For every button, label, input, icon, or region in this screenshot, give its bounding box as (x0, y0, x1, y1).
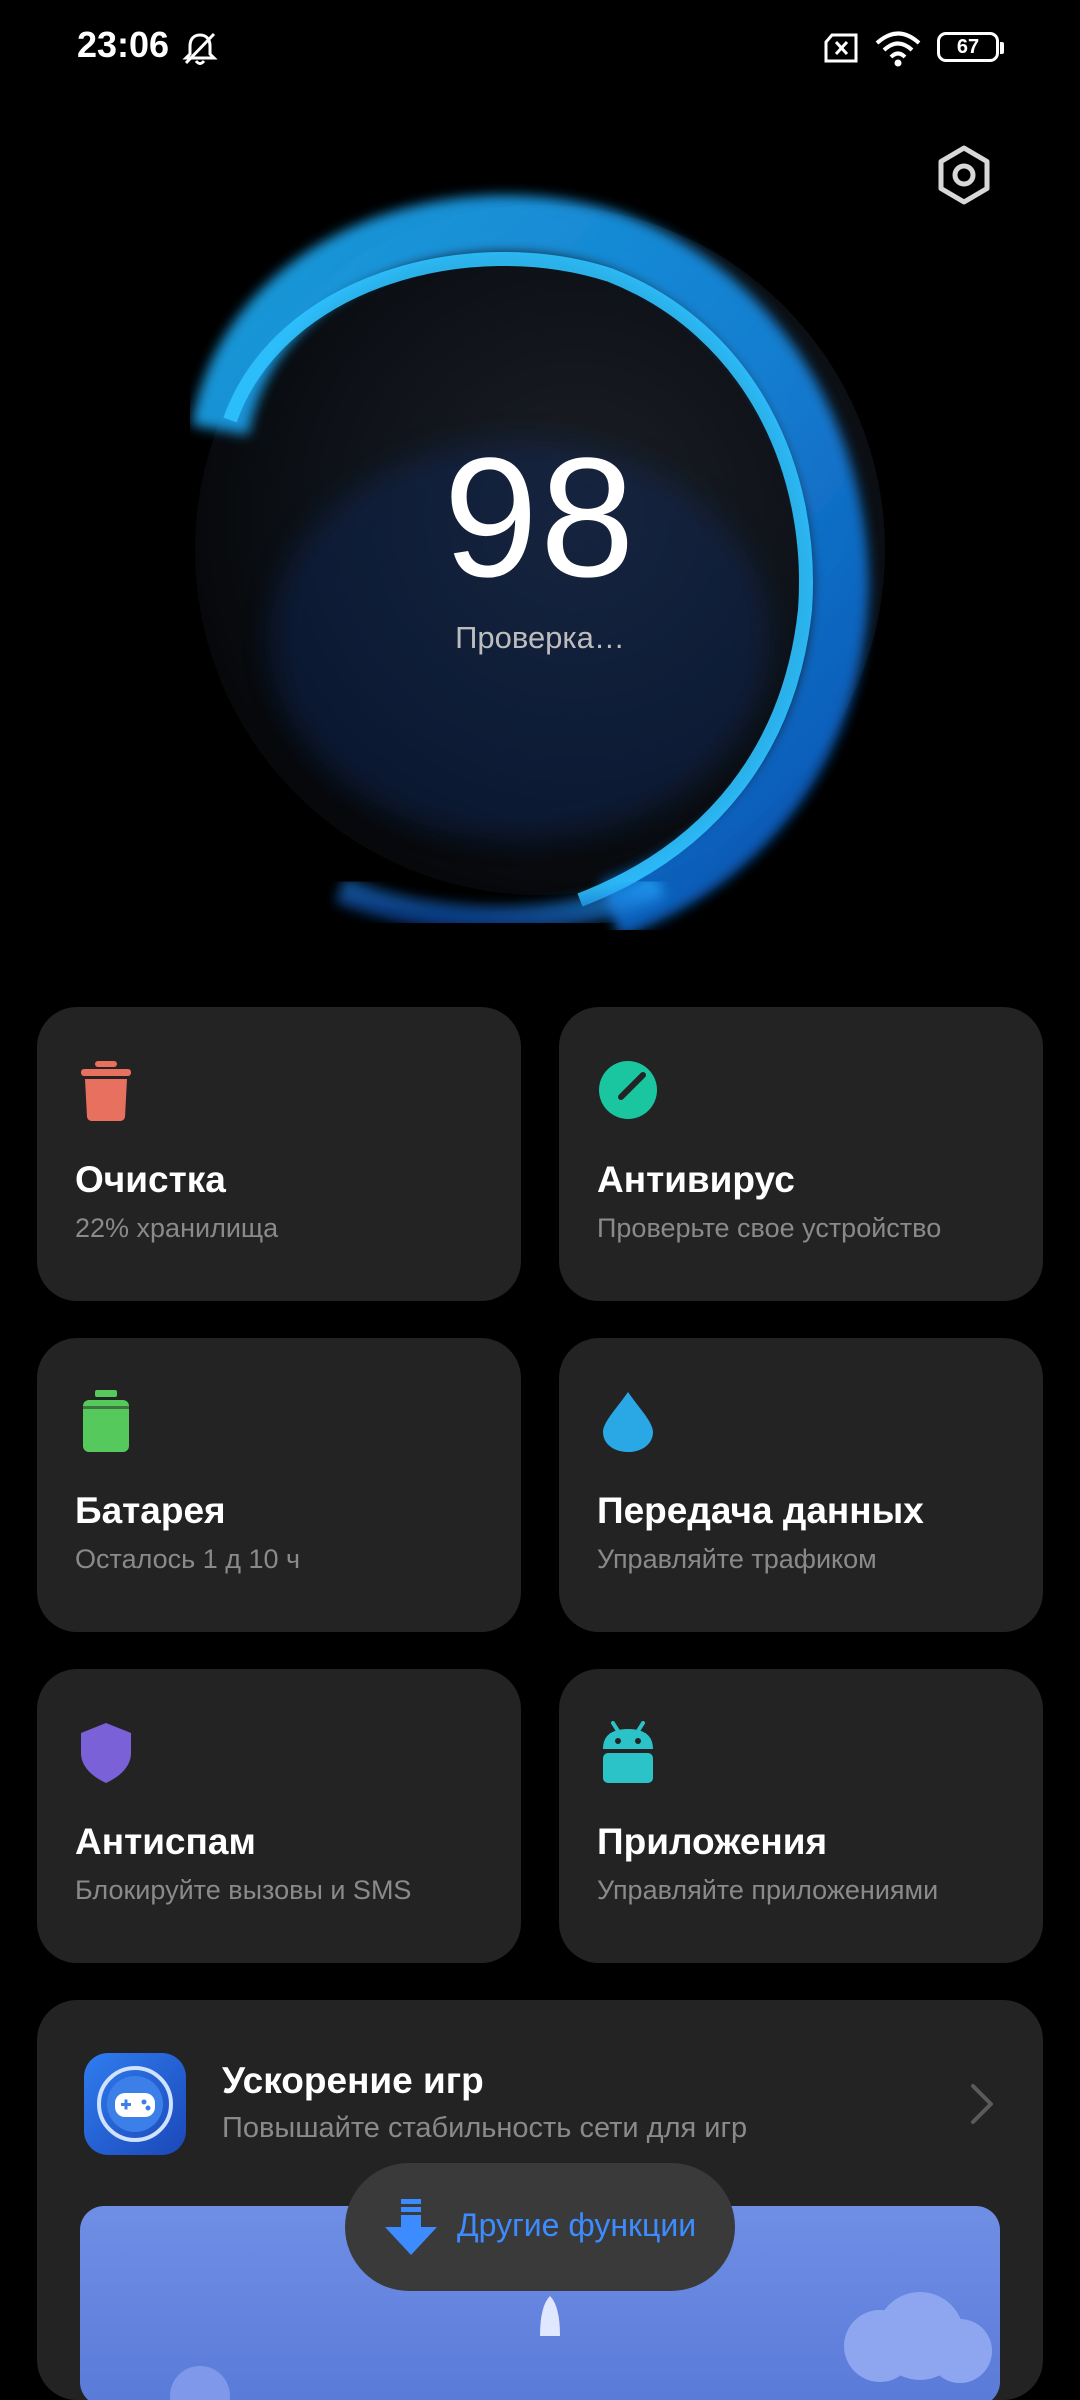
security-score: 98 (443, 423, 637, 613)
tile-subtitle: Осталось 1 д 10 ч (75, 1544, 301, 1574)
more-features-label: Другие функции (457, 2207, 697, 2243)
tile-title: Антиспам (75, 1821, 256, 1862)
tile-subtitle: Блокируйте вызовы и SMS (75, 1875, 412, 1905)
tile-antivirus[interactable]: Антивирус Проверьте свое устройство (559, 1007, 1043, 1301)
settings-gear-icon[interactable] (933, 144, 995, 206)
tile-title: Приложения (597, 1821, 828, 1862)
tile-title: Очистка (75, 1159, 226, 1200)
tile-battery[interactable]: Батарея Осталось 1 д 10 ч (37, 1338, 521, 1632)
no-sim-icon (824, 33, 858, 63)
more-features-button[interactable]: Другие функции (345, 2163, 735, 2291)
tile-subtitle: 22% хранилища (75, 1213, 279, 1243)
status-bar: 23:06 67 (0, 0, 1080, 100)
game-boost-subtitle: Повышайте стабильность сети для игр (222, 2112, 748, 2144)
chevron-right-icon (971, 2084, 993, 2124)
game-boost-app-icon (84, 2053, 186, 2155)
tile-subtitle: Управляйте приложениями (597, 1875, 939, 1905)
tile-apps[interactable]: Приложения Управляйте приложениями (559, 1669, 1043, 1963)
tile-subtitle: Управляйте трафиком (597, 1544, 877, 1574)
tile-title: Антивирус (597, 1159, 795, 1200)
battery-icon (83, 1390, 129, 1452)
shield-icon (81, 1723, 131, 1783)
drop-icon (603, 1392, 653, 1452)
tile-title: Передача данных (597, 1490, 924, 1531)
status-time: 23:06 (77, 24, 170, 65)
tile-data-usage[interactable]: Передача данных Управляйте трафиком (559, 1338, 1043, 1632)
tile-cleaner[interactable]: Очистка 22% хранилища (37, 1007, 521, 1301)
battery-indicator: 67 (937, 32, 1004, 62)
scan-status: Проверка… (455, 620, 625, 655)
antivirus-icon (599, 1061, 657, 1119)
bell-off-icon (182, 32, 218, 65)
download-arrow-icon (385, 2199, 437, 2255)
android-icon (603, 1721, 653, 1783)
gamepad-icon (97, 2066, 173, 2142)
tile-title: Батарея (75, 1490, 226, 1531)
tile-antispam[interactable]: Антиспам Блокируйте вызовы и SMS (37, 1669, 521, 1963)
trash-icon (81, 1061, 131, 1121)
wifi-icon (875, 31, 921, 67)
tile-subtitle: Проверьте свое устройство (597, 1213, 942, 1243)
game-boost-title: Ускорение игр (222, 2060, 484, 2101)
